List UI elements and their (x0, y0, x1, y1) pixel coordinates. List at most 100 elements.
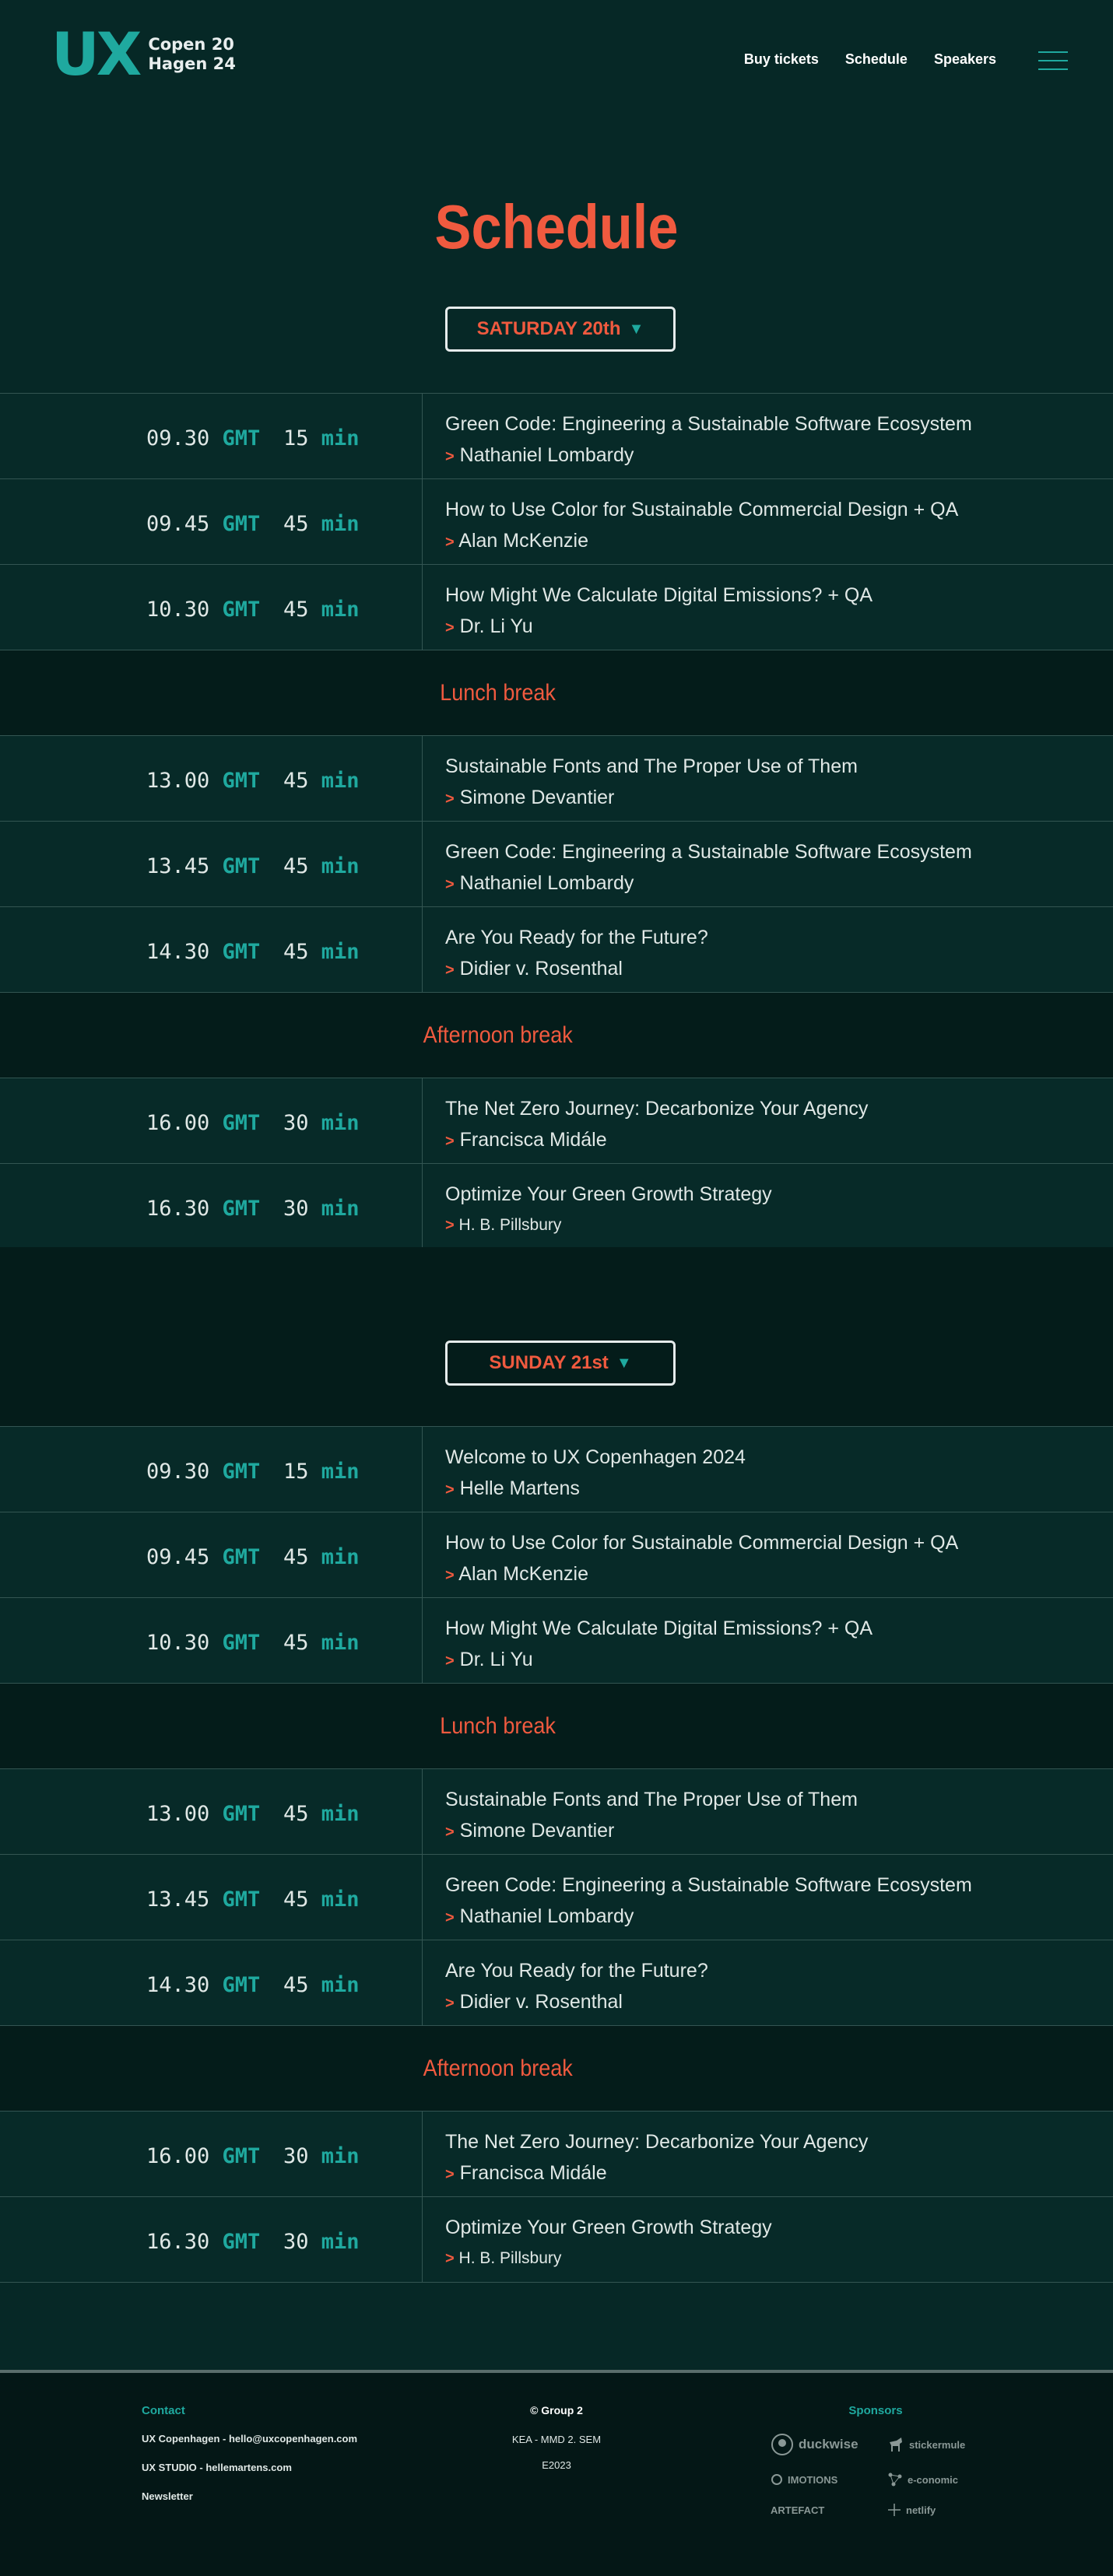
session-time-cell: 16.00 GMT 30 min (0, 1078, 423, 1163)
session-speaker[interactable]: > H. B. Pillsbury (445, 1212, 1113, 1239)
session-title[interactable]: Sustainable Fonts and The Proper Use of … (445, 1786, 1113, 1813)
session-speaker[interactable]: > Alan McKenzie (445, 1561, 1113, 1589)
session-row[interactable]: 09.45 GMT 45 min How to Use Color for Sust… (0, 1512, 1113, 1597)
session-speaker[interactable]: > Simone Devantier (445, 784, 1113, 812)
session-title[interactable]: How Might We Calculate Digital Emissions… (445, 582, 1113, 608)
session-title[interactable]: Green Code: Engineering a Sustainable So… (445, 1872, 1113, 1898)
hamburger-menu-icon[interactable] (1038, 51, 1068, 72)
session-row[interactable]: 16.30 GMT 30 min Optimize Your Green Growt… (0, 2196, 1113, 2282)
session-title[interactable]: How Might We Calculate Digital Emissions… (445, 1615, 1113, 1642)
schedule-saturday: 09.30 GMT 15 min Green Code: Engineering a… (0, 393, 1113, 1249)
session-duration: 45 min (283, 512, 360, 536)
break-row: Afternoon break (0, 992, 1113, 1078)
sponsor-netlify-logo[interactable]: netlify (887, 2503, 973, 2517)
nav-schedule[interactable]: Schedule (845, 51, 908, 68)
logo-wordmark: Copen 20 Hagen 24 (148, 35, 236, 74)
chevron-right-icon: > (445, 2166, 455, 2183)
session-start-time: 16.00 GMT (146, 2144, 261, 2168)
session-duration: 45 min (283, 1887, 360, 1912)
session-row[interactable]: 16.30 GMT 30 min Optimize Your Green Growt… (0, 1163, 1113, 1249)
sponsor-economic-logo[interactable]: e-conomic (887, 2472, 973, 2487)
session-row[interactable]: 14.30 GMT 45 min Are You Ready for the Fut… (0, 1940, 1113, 2025)
session-speaker[interactable]: > Dr. Li Yu (445, 613, 1113, 641)
footer-sponsors: Sponsors duckwise stickermule IMOTIONS e… (771, 2404, 981, 2517)
day-select-label: SUNDAY 21st (489, 1352, 609, 1373)
session-duration: 30 min (283, 2144, 360, 2168)
hamburger-line (1038, 51, 1068, 53)
schedule-sunday: 09.30 GMT 15 min Welcome to UX Copenhagen … (0, 1426, 1113, 2283)
session-time-cell: 16.30 GMT 30 min (0, 1164, 423, 1249)
session-speaker[interactable]: > Francisca Midále (445, 1127, 1113, 1155)
session-row[interactable]: 09.30 GMT 15 min Welcome to UX Copenhagen … (0, 1426, 1113, 1512)
netlify-icon (888, 2504, 901, 2516)
sponsor-stickermule-logo[interactable]: stickermule (887, 2433, 973, 2456)
session-row[interactable]: 16.00 GMT 30 min The Net Zero Journey: Dec… (0, 2111, 1113, 2196)
session-speaker[interactable]: > Helle Martens (445, 1475, 1113, 1503)
sponsor-name: stickermule (909, 2438, 966, 2451)
footer-newsletter-link[interactable]: Newsletter (142, 2490, 357, 2502)
session-time-cell: 09.30 GMT 15 min (0, 1427, 423, 1512)
session-row[interactable]: 13.45 GMT 45 min Green Code: Engineering a… (0, 1854, 1113, 1940)
session-info-cell: Are You Ready for the Future? > Didier v.… (423, 907, 1113, 992)
session-duration: 45 min (283, 940, 360, 964)
session-time-cell: 16.30 GMT 30 min (0, 2197, 423, 2282)
day-select-label: SATURDAY 20th (476, 318, 621, 339)
session-start-time: 09.30 GMT (146, 426, 261, 450)
session-title[interactable]: The Net Zero Journey: Decarbonize Your A… (445, 1095, 1113, 1122)
session-row[interactable]: 09.30 GMT 15 min Green Code: Engineering a… (0, 393, 1113, 478)
session-row[interactable]: 09.45 GMT 45 min How to Use Color for Sust… (0, 478, 1113, 564)
session-speaker[interactable]: > Didier v. Rosenthal (445, 955, 1113, 983)
sponsor-imotions-logo[interactable]: IMOTIONS (771, 2472, 887, 2487)
session-title[interactable]: Optimize Your Green Growth Strategy (445, 1181, 1113, 1207)
session-row[interactable]: 16.00 GMT 30 min The Net Zero Journey: Dec… (0, 1078, 1113, 1163)
session-row[interactable]: 13.00 GMT 45 min Sustainable Fonts and The… (0, 1768, 1113, 1854)
session-speaker[interactable]: > Nathaniel Lombardy (445, 442, 1113, 470)
session-row[interactable]: 14.30 GMT 45 min Are You Ready for the Fut… (0, 906, 1113, 992)
session-time-cell: 16.00 GMT 30 min (0, 2112, 423, 2196)
nav-buy-tickets[interactable]: Buy tickets (744, 51, 819, 68)
session-title[interactable]: Sustainable Fonts and The Proper Use of … (445, 753, 1113, 780)
chevron-right-icon: > (445, 1133, 455, 1150)
chevron-right-icon: > (445, 534, 455, 551)
caret-down-icon: ▼ (616, 1354, 632, 1372)
sponsor-artefact-logo[interactable]: ARTEFACT (771, 2503, 887, 2517)
session-speaker[interactable]: > Simone Devantier (445, 1817, 1113, 1845)
session-info-cell: Sustainable Fonts and The Proper Use of … (423, 736, 1113, 821)
session-speaker[interactable]: > Didier v. Rosenthal (445, 1989, 1113, 2017)
session-title[interactable]: How to Use Color for Sustainable Commerc… (445, 496, 1113, 523)
session-speaker[interactable]: > Nathaniel Lombardy (445, 1903, 1113, 1931)
session-speaker[interactable]: > Francisca Midále (445, 2160, 1113, 2188)
session-title[interactable]: Are You Ready for the Future? (445, 1957, 1113, 1984)
break-row: Lunch break (0, 1683, 1113, 1768)
session-info-cell: Green Code: Engineering a Sustainable So… (423, 394, 1113, 478)
logo[interactable]: UX Copen 20 Hagen 24 (51, 25, 236, 84)
session-title[interactable]: Are You Ready for the Future? (445, 924, 1113, 951)
session-row[interactable]: 10.30 GMT 45 min How Might We Calculate Di… (0, 564, 1113, 650)
session-title[interactable]: The Net Zero Journey: Decarbonize Your A… (445, 2129, 1113, 2155)
session-time-cell: 09.45 GMT 45 min (0, 1512, 423, 1597)
session-row[interactable]: 10.30 GMT 45 min How Might We Calculate Di… (0, 1597, 1113, 1683)
day-separator (0, 1247, 1113, 1426)
session-speaker[interactable]: > Alan McKenzie (445, 527, 1113, 556)
day-select-saturday[interactable]: SATURDAY 20th ▼ (445, 307, 676, 352)
nav-speakers[interactable]: Speakers (934, 51, 996, 68)
session-title[interactable]: Optimize Your Green Growth Strategy (445, 2214, 1113, 2241)
session-speaker[interactable]: > H. B. Pillsbury (445, 2245, 1113, 2272)
sponsor-duckwise-logo[interactable]: duckwise (771, 2433, 887, 2456)
session-duration: 45 min (283, 1973, 360, 1997)
session-duration: 30 min (283, 2230, 360, 2254)
session-row[interactable]: 13.00 GMT 45 min Sustainable Fonts and The… (0, 735, 1113, 821)
session-speaker[interactable]: > Dr. Li Yu (445, 1646, 1113, 1674)
session-title[interactable]: Green Code: Engineering a Sustainable So… (445, 839, 1113, 865)
session-title[interactable]: Green Code: Engineering a Sustainable So… (445, 411, 1113, 437)
session-row[interactable]: 13.45 GMT 45 min Green Code: Engineering a… (0, 821, 1113, 906)
session-title[interactable]: How to Use Color for Sustainable Commerc… (445, 1530, 1113, 1556)
session-speaker[interactable]: > Nathaniel Lombardy (445, 870, 1113, 898)
session-start-time: 10.30 GMT (146, 598, 261, 622)
schedule-end-line (0, 2282, 1113, 2283)
day-select-sunday[interactable]: SUNDAY 21st ▼ (445, 1341, 676, 1386)
session-time-cell: 10.30 GMT 45 min (0, 1598, 423, 1683)
break-label: Lunch break (440, 1712, 556, 1739)
chevron-right-icon: > (445, 2250, 455, 2267)
session-title[interactable]: Welcome to UX Copenhagen 2024 (445, 1444, 1113, 1470)
